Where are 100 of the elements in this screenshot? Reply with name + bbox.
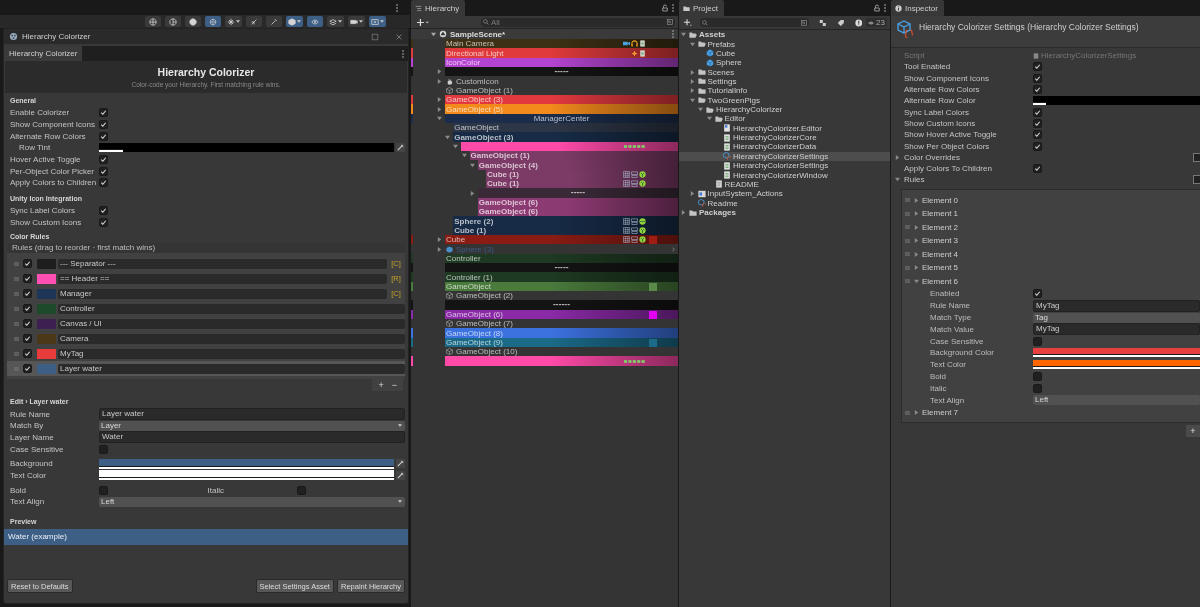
color-swatch[interactable] xyxy=(649,338,657,347)
expand-arrow[interactable] xyxy=(437,97,442,102)
checkbox[interactable] xyxy=(99,206,108,216)
asset-item[interactable]: HierarchyColorizer xyxy=(679,104,890,115)
checkbox[interactable] xyxy=(99,444,108,454)
expand-arrow[interactable] xyxy=(437,237,442,242)
rule-name-field[interactable]: Controller xyxy=(58,303,405,314)
collapse-arrow[interactable] xyxy=(453,144,459,149)
filter-type-icon[interactable] xyxy=(819,18,827,27)
toolbar-button[interactable] xyxy=(327,16,344,27)
checkbox[interactable] xyxy=(1033,62,1042,72)
eyedropper-icon[interactable] xyxy=(396,459,405,469)
add-button[interactable]: + xyxy=(375,379,387,392)
expand-arrow[interactable] xyxy=(914,211,919,217)
checkbox[interactable] xyxy=(1033,336,1042,346)
checkbox[interactable] xyxy=(23,319,32,329)
checkbox[interactable] xyxy=(23,259,32,269)
project-tab[interactable]: Project xyxy=(679,0,724,16)
drag-handle-icon[interactable] xyxy=(905,225,910,230)
separator-bar[interactable]: ----- xyxy=(445,67,678,76)
asset-item[interactable]: HierarchyColorizerCore xyxy=(679,132,890,143)
asset-item[interactable]: HierarchyColorizerSettings xyxy=(679,151,890,162)
row-highlight[interactable]: Sphere (2) xyxy=(453,216,678,226)
rule-row[interactable]: Camera xyxy=(7,331,405,347)
checkbox[interactable] xyxy=(1033,85,1042,95)
drag-handle-icon[interactable] xyxy=(14,276,19,281)
rule-name-field[interactable]: == Header == xyxy=(58,273,387,284)
color-swatch[interactable] xyxy=(37,318,56,329)
expand-arrow[interactable] xyxy=(914,251,919,257)
color-swatch[interactable] xyxy=(37,333,56,344)
rule-name-field[interactable]: Manager xyxy=(58,288,387,299)
header-bar[interactable] xyxy=(461,142,678,151)
checkbox[interactable] xyxy=(1033,107,1042,117)
header-bar[interactable]: ManagerCenter xyxy=(445,114,678,123)
text-field[interactable]: MyTag xyxy=(1033,323,1200,336)
drag-handle-icon[interactable] xyxy=(14,291,19,296)
color-field[interactable] xyxy=(1033,96,1200,106)
color-swatch[interactable] xyxy=(37,363,56,374)
row-highlight[interactable]: GameObject (1) xyxy=(469,151,678,160)
collapse-arrow[interactable] xyxy=(698,107,703,113)
size-field[interactable] xyxy=(1193,152,1200,162)
expand-arrow[interactable] xyxy=(437,106,442,112)
color-swatch[interactable] xyxy=(37,288,56,299)
toolbar-button[interactable] xyxy=(266,16,282,27)
add-button[interactable]: + xyxy=(1186,424,1200,437)
drag-handle-icon[interactable] xyxy=(14,261,19,266)
checkbox[interactable] xyxy=(23,349,32,359)
checkbox[interactable] xyxy=(99,131,108,141)
checkbox[interactable] xyxy=(23,304,32,314)
color-field[interactable] xyxy=(99,458,394,469)
row-highlight[interactable]: GameObject (6) xyxy=(477,207,678,216)
drag-handle-icon[interactable] xyxy=(14,321,19,326)
collapse-arrow[interactable] xyxy=(461,153,467,158)
selected-rule-row[interactable]: Layer water xyxy=(7,361,405,377)
rule-row[interactable]: MyTag xyxy=(7,346,405,362)
asset-item[interactable]: TutorialInfo xyxy=(679,86,890,96)
row-highlight[interactable]: GameObject (9) xyxy=(445,338,678,347)
chevron-icon[interactable] xyxy=(672,246,675,252)
dropdown[interactable]: Left xyxy=(99,496,405,507)
expand-arrow[interactable] xyxy=(469,190,475,196)
toolbar-button[interactable] xyxy=(205,16,221,27)
asset-item[interactable]: Readme xyxy=(679,198,890,208)
warning-icon[interactable] xyxy=(854,18,863,27)
asset-item[interactable]: Prefabs xyxy=(679,39,890,49)
separator-bar[interactable]: ----- xyxy=(445,263,678,272)
checkbox[interactable] xyxy=(99,166,108,176)
expand-arrow[interactable] xyxy=(437,69,442,74)
asset-item[interactable]: Scenes xyxy=(679,67,890,77)
dropdown[interactable]: Left xyxy=(1033,395,1200,406)
checkbox[interactable] xyxy=(99,178,108,188)
search-field[interactable] xyxy=(699,18,810,27)
rule-row[interactable]: Controller xyxy=(7,301,405,317)
color-field[interactable] xyxy=(1033,360,1200,370)
checkbox[interactable] xyxy=(1033,118,1042,128)
asset-item[interactable]: HierarchyColorizer.Editor xyxy=(679,123,890,133)
text-field[interactable]: Layer water xyxy=(99,408,405,421)
checkbox[interactable] xyxy=(1033,141,1042,151)
rule-name-field[interactable]: Canvas / UI xyxy=(58,318,405,329)
checkbox[interactable] xyxy=(23,289,32,299)
checkbox[interactable] xyxy=(1033,289,1042,299)
asset-item[interactable]: Assets xyxy=(679,30,890,40)
separator-bar[interactable]: ------ xyxy=(445,300,678,310)
toolbar-button[interactable] xyxy=(165,16,181,27)
row-highlight[interactable]: Controller xyxy=(445,254,678,263)
color-swatch[interactable] xyxy=(37,258,56,269)
asset-item[interactable]: Cube xyxy=(679,48,890,59)
toolbar-button[interactable] xyxy=(369,16,386,27)
collapse-arrow[interactable] xyxy=(895,177,900,183)
row-highlight[interactable]: Cube (1) xyxy=(486,170,678,179)
eyedropper-icon[interactable] xyxy=(396,470,405,480)
expand-arrow[interactable] xyxy=(914,197,919,203)
expand-arrow[interactable] xyxy=(431,31,436,37)
expand-arrow[interactable] xyxy=(681,210,686,215)
color-swatch[interactable] xyxy=(649,310,657,319)
color-field[interactable] xyxy=(1033,348,1200,358)
color-swatch[interactable] xyxy=(649,282,657,291)
add-icon[interactable] xyxy=(684,18,692,27)
rule-row[interactable]: Canvas / UI xyxy=(7,316,405,332)
collapse-arrow[interactable] xyxy=(445,134,451,140)
color-field[interactable] xyxy=(99,470,394,481)
